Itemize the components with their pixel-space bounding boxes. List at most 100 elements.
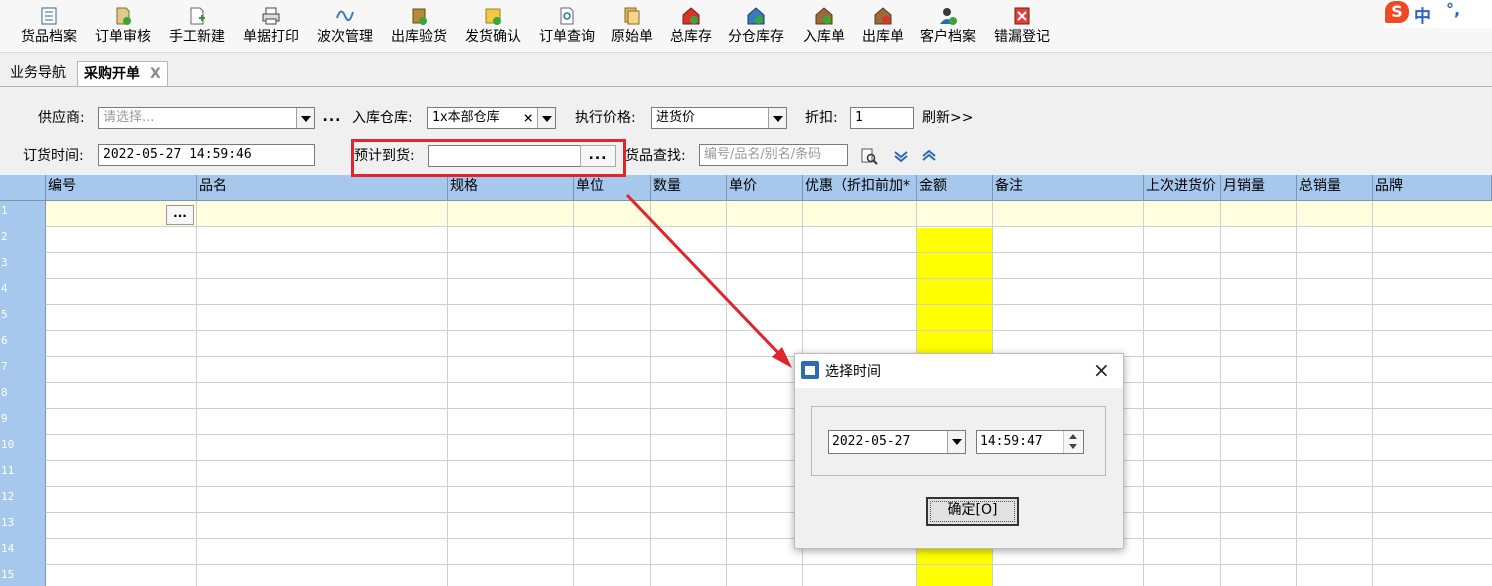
table-row[interactable]: 8 [0,383,1492,409]
code-picker-button[interactable]: ... [166,205,194,225]
table-row[interactable]: 9 [0,409,1492,435]
ok-button-label: 确定[O] [947,502,998,518]
customer-archive-icon [940,8,957,25]
discount-input[interactable]: 1 [850,107,914,129]
time-spinner[interactable]: 14:59:47 [976,430,1084,454]
toolbar-order-review[interactable]: 订单审核 [91,6,155,50]
supplier-placeholder: 请选择... [103,110,155,125]
tab-close-icon[interactable]: X [150,66,161,82]
grid-corner [0,175,46,201]
chevron-down-icon[interactable] [947,431,965,453]
toolbar-error-register[interactable]: 错漏登记 [990,6,1054,50]
column-header[interactable]: 数量 [651,175,727,201]
toolbar-outbound-check[interactable]: 出库验货 [387,6,451,50]
column-header[interactable]: 上次进货价 [1144,175,1221,201]
toolbar-product-archive[interactable]: 货品档案 [17,6,81,50]
table-row[interactable]: 10 [0,435,1492,461]
column-header[interactable]: 单位 [574,175,651,201]
toolbar-order-query[interactable]: 订单查询 [535,6,599,50]
supplier-more-button[interactable]: ... [318,108,346,130]
toolbar-shipping-confirm[interactable]: 发货确认 [461,6,525,50]
toolbar-customer-archive[interactable]: 客户档案 [916,6,980,50]
warehouse-value: 1x本部仓库 [432,110,500,125]
row-number: 7 [0,357,46,383]
product-search-input[interactable]: 编号/品名/别名/条码 [699,144,848,166]
toolbar-label: 订单审核 [95,29,151,45]
column-header[interactable]: 品名 [197,175,448,201]
column-header[interactable]: 月销量 [1221,175,1297,201]
column-header[interactable]: 优惠（折扣前加* [803,175,917,201]
table-row[interactable]: 14 [0,539,1492,565]
grid-divider [196,201,197,586]
tab-purchase-order[interactable]: 采购开单 X [77,61,168,86]
toolbar-wave[interactable]: 波次管理 [313,6,377,50]
close-icon[interactable]: × [1093,357,1110,383]
grid-divider [1372,201,1373,586]
tab-label: 业务导航 [10,65,66,81]
total-stock-icon [682,7,700,25]
clear-icon[interactable]: × [523,108,533,128]
row-number: 11 [0,461,46,487]
column-header[interactable]: 金额 [917,175,993,201]
table-row[interactable]: 11 [0,461,1492,487]
toolbar-print[interactable]: 单据打印 [239,6,303,50]
chevron-down-icon[interactable] [892,147,910,165]
toolbar-original-doc[interactable]: 原始单 [606,6,658,50]
row-number: 6 [0,331,46,357]
toolbar-branch-stock[interactable]: 分仓库存 [724,6,788,50]
grid-divider [726,201,727,586]
search-doc-icon[interactable] [860,147,878,165]
table-row[interactable]: 2 [0,227,1492,253]
printer-icon [262,7,280,25]
supplier-select[interactable]: 请选择... [98,107,315,129]
chevron-down-icon[interactable] [537,108,555,128]
time-value: 14:59:47 [980,434,1043,449]
price-select[interactable]: 进货价 [651,107,787,129]
column-header[interactable]: 总销量 [1297,175,1373,201]
chevron-down-icon[interactable] [296,108,314,128]
ime-logo-icon: S [1385,1,1409,23]
table-row[interactable]: 5 [0,305,1492,331]
tab-business-nav[interactable]: 业务导航 [4,61,72,86]
ime-indicator[interactable]: S 中 °, [1384,0,1492,28]
row-number: 9 [0,409,46,435]
column-header[interactable]: 品牌 [1373,175,1492,201]
chevron-down-icon[interactable] [768,108,786,128]
spin-down-icon[interactable] [1069,444,1077,449]
table-row[interactable]: 4 [0,279,1492,305]
grid-divider [573,201,574,586]
refresh-link[interactable]: 刷新>> [922,107,973,129]
calendar-icon [801,361,819,379]
branch-stock-icon [747,7,765,25]
warehouse-select[interactable]: 1x本部仓库 × [427,107,556,129]
table-row[interactable]: 3 [0,253,1492,279]
table-row[interactable]: 12 [0,487,1492,513]
date-picker[interactable]: 2022-05-27 [828,430,966,454]
toolbar-inbound-doc[interactable]: 入库单 [798,6,850,50]
chevron-up-icon[interactable] [920,147,938,165]
spin-up-icon[interactable] [1069,434,1077,439]
toolbar-outbound-doc[interactable]: 出库单 [857,6,909,50]
ime-punct: °, [1446,0,1461,19]
column-header[interactable]: 备注 [993,175,1144,201]
toolbar-label: 入库单 [803,29,845,45]
table-row[interactable]: 7 [0,357,1492,383]
column-header[interactable]: 规格 [448,175,574,201]
ok-button[interactable]: 确定[O] [926,497,1019,526]
table-row[interactable]: 15 [0,565,1492,586]
spinner-buttons[interactable] [1063,431,1083,453]
table-row[interactable]: 13 [0,513,1492,539]
toolbar-label: 单据打印 [243,29,299,45]
table-row[interactable]: 6 [0,331,1492,357]
toolbar-total-stock[interactable]: 总库存 [665,6,717,50]
grid-divider [1220,201,1221,586]
order-time-input[interactable]: 2022-05-27 14:59:46 [98,144,315,166]
toolbar-manual-new[interactable]: 手工新建 [165,6,229,50]
toolbar-label: 波次管理 [317,29,373,45]
highlight-box [351,139,626,177]
warehouse-label: 入库仓库: [352,110,413,126]
column-header[interactable]: 单价 [727,175,803,201]
table-row[interactable]: 1... [0,201,1492,227]
row-number: 10 [0,435,46,461]
column-header[interactable]: 编号 [46,175,197,201]
